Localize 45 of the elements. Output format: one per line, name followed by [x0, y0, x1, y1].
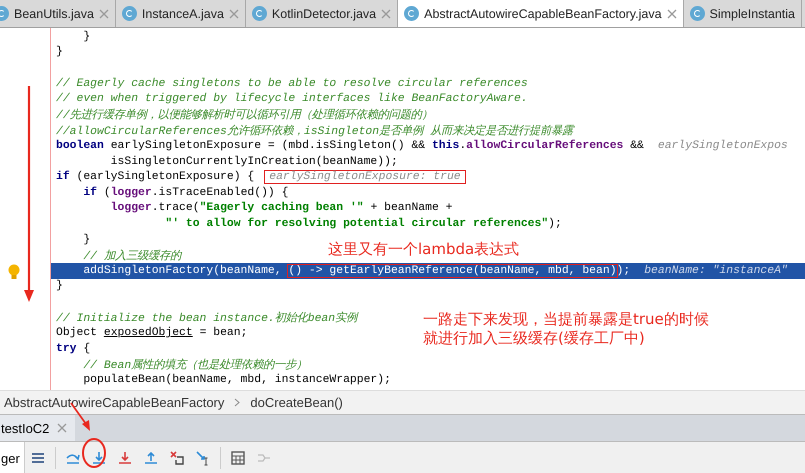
code-line: addSingletonFactory(beanName, () -> getEarlyBeanReference(beanName, mbd, bean));	[82, 264, 630, 277]
close-icon[interactable]	[57, 423, 68, 433]
code-line: // Initialize the bean instance.初始化bean实例	[56, 310, 358, 325]
code-line: }	[56, 46, 63, 58]
annotation-circle	[82, 438, 106, 468]
file-tab[interactable]: BeanUtils.java	[0, 0, 116, 27]
code-line: }	[82, 234, 90, 246]
close-icon[interactable]	[381, 8, 392, 18]
code-line: boolean earlySingletonExposure = (mbd.isSingleton() && this.allowCircularReferences &&	[56, 140, 644, 152]
inline-value-hint: beanName: "instanceA"	[643, 264, 789, 277]
lightbulb-icon[interactable]	[7, 264, 21, 280]
code-line: "' to allow for resolving potential circular references");	[164, 218, 562, 230]
file-tab[interactable]: AbstractAutowireCapableBeanFactory.java	[398, 0, 684, 27]
class-icon	[690, 6, 705, 21]
close-icon[interactable]	[98, 8, 109, 18]
close-icon[interactable]	[666, 8, 677, 18]
breadcrumb-item[interactable]: doCreateBean()	[250, 395, 343, 410]
code-line: //先进行缓存单例，以便能够解析时可以循环引用（处理循环依赖的问题的）	[56, 108, 433, 122]
run-tab[interactable]: testIoC2	[0, 415, 76, 441]
inline-value-hint: earlySingletonExposure: true	[264, 170, 466, 184]
class-icon	[122, 6, 137, 21]
code-line: // Eagerly cache singletons to be able to resolve circular references	[56, 78, 528, 90]
code-line: try {	[56, 342, 90, 355]
code-line: }	[56, 280, 63, 292]
class-icon	[252, 6, 267, 21]
breadcrumb-item[interactable]: AbstractAutowireCapableBeanFactory	[4, 395, 224, 410]
code-line: populateBean(beanName, mbd, instanceWrapper);	[82, 374, 391, 386]
file-tab[interactable]: SimpleInstantia	[684, 0, 802, 27]
code-line: isSingletonCurrentlyInCreation(beanName));	[110, 156, 398, 168]
class-icon	[404, 6, 420, 21]
code-line: // 加入三级缓存的	[82, 248, 181, 263]
code-line: logger.trace("Eagerly caching bean '" + beanName +	[110, 202, 452, 214]
code-line: //allowCircularReferences允许循环依赖，isSingleton是否单例 从而来决定是否进行提前暴露	[56, 124, 573, 138]
code-line: if (earlySingletonExposure) {	[56, 171, 254, 184]
code-line: // even when triggered by lifecycle interfaces like BeanFactoryAware.	[56, 93, 528, 106]
chevron-icon	[234, 398, 240, 407]
annotation-note: 一路走下来发现，当提前暴露是true的时候 就进行加入三级缓存(缓存工厂中)	[423, 310, 709, 348]
close-icon[interactable]	[228, 8, 239, 18]
code-line: // Bean属性的填充（也是处理依赖的一步）	[82, 358, 308, 372]
annotation-note: 这里又有一个lambda表达式	[328, 240, 520, 259]
code-line: }	[82, 30, 90, 43]
inline-value-hint: earlySingletonExpos	[656, 140, 789, 152]
code-line: Object exposedObject = bean;	[56, 327, 248, 340]
code-line: if (logger.isTraceEnabled()) {	[82, 186, 288, 199]
debugger-tab[interactable]: ger	[0, 442, 25, 473]
